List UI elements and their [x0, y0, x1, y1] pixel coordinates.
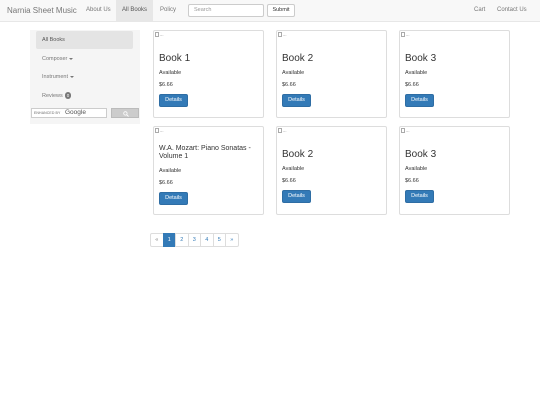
product-availability: Available	[159, 168, 182, 174]
product-card: ... Book 1 Available $6.66 Details	[153, 30, 264, 118]
sidebar-item-all-books[interactable]: All Books	[36, 31, 133, 49]
pagination: « 1 2 3 4 5 »	[150, 233, 239, 247]
details-button[interactable]: Details	[282, 190, 311, 203]
product-availability: Available	[282, 70, 305, 76]
details-button[interactable]: Details	[159, 94, 188, 107]
nav-contact-us[interactable]: Contact Us	[491, 0, 533, 21]
sidebar-item-label: Reviews	[42, 93, 63, 99]
product-price: $6.66	[282, 82, 296, 88]
product-title: Book 1	[159, 53, 191, 64]
google-search-button[interactable]	[111, 108, 139, 118]
pagination-page-2[interactable]: 2	[175, 233, 189, 247]
product-card: ... Book 3 Available $6.66 Details	[399, 126, 510, 215]
product-card: ... W.A. Mozart: Piano Sonatas - Volume …	[153, 126, 264, 215]
brand-link[interactable]: Narnia Sheet Music	[7, 6, 77, 15]
broken-image-icon	[401, 32, 405, 38]
pagination-page-1[interactable]: 1	[162, 233, 176, 247]
product-image: ...	[155, 32, 164, 38]
sidebar-item-composer[interactable]: Composer	[36, 50, 133, 68]
product-price: $6.66	[405, 178, 419, 184]
details-button[interactable]: Details	[159, 192, 188, 205]
product-price: $6.66	[282, 178, 296, 184]
sidebar-item-instrument[interactable]: Instrument	[36, 68, 133, 86]
pagination-page-4[interactable]: 4	[200, 233, 214, 247]
product-title: Book 3	[405, 149, 437, 160]
nav-cart[interactable]: Cart	[468, 0, 491, 21]
product-card: ... Book 2 Available $6.66 Details	[276, 126, 387, 215]
product-card: ... Book 3 Available $6.66 Details	[399, 30, 510, 118]
caret-down-icon	[69, 57, 74, 60]
search-submit-button[interactable]: Submit	[267, 4, 295, 17]
pagination-prev[interactable]: «	[150, 233, 164, 247]
sidebar-item-label: Instrument	[42, 74, 68, 80]
details-button[interactable]: Details	[405, 94, 434, 107]
enhanced-by-label: ENHANCED BY	[34, 111, 61, 115]
nav-about-us[interactable]: About Us	[80, 0, 117, 21]
product-title: Book 3	[405, 53, 437, 64]
product-availability: Available	[405, 70, 428, 76]
sidebar-item-label: All Books	[42, 37, 65, 43]
pagination-page-5[interactable]: 5	[212, 233, 226, 247]
broken-image-icon	[155, 32, 159, 38]
product-price: $6.66	[405, 82, 419, 88]
broken-image-icon	[401, 128, 405, 134]
google-logo: Google	[65, 109, 86, 116]
sidebar-item-reviews[interactable]: Reviews 0	[36, 87, 133, 105]
product-image: ...	[278, 128, 287, 134]
reviews-count-badge: 0	[64, 92, 72, 100]
product-availability: Available	[159, 70, 182, 76]
product-image: ...	[155, 128, 164, 134]
search-icon	[123, 111, 129, 117]
product-price: $6.66	[159, 180, 173, 186]
product-image: ...	[278, 32, 287, 38]
broken-image-icon	[278, 128, 282, 134]
details-button[interactable]: Details	[282, 94, 311, 107]
pagination-page-3[interactable]: 3	[187, 233, 201, 247]
product-image: ...	[401, 128, 410, 134]
product-price: $6.66	[159, 82, 173, 88]
product-card: ... Book 2 Available $6.66 Details	[276, 30, 387, 118]
product-title: W.A. Mozart: Piano Sonatas - Volume 1	[159, 145, 251, 160]
nav-all-books[interactable]: All Books	[116, 0, 154, 21]
details-button[interactable]: Details	[405, 190, 434, 203]
product-image: ...	[401, 32, 410, 38]
broken-image-icon	[278, 32, 282, 38]
product-availability: Available	[405, 166, 428, 172]
sidebar-item-label: Composer	[42, 56, 68, 62]
broken-image-icon	[155, 128, 159, 134]
search-input[interactable]: Search	[188, 4, 264, 17]
product-title: Book 2	[282, 149, 314, 160]
google-custom-search-input[interactable]: ENHANCED BY Google	[31, 108, 107, 118]
pagination-next[interactable]: »	[225, 233, 239, 247]
top-navbar: Narnia Sheet Music About Us All Books Po…	[0, 0, 540, 22]
product-availability: Available	[282, 166, 305, 172]
nav-policy[interactable]: Policy	[154, 0, 182, 21]
product-title: Book 2	[282, 53, 314, 64]
caret-down-icon	[69, 75, 74, 78]
